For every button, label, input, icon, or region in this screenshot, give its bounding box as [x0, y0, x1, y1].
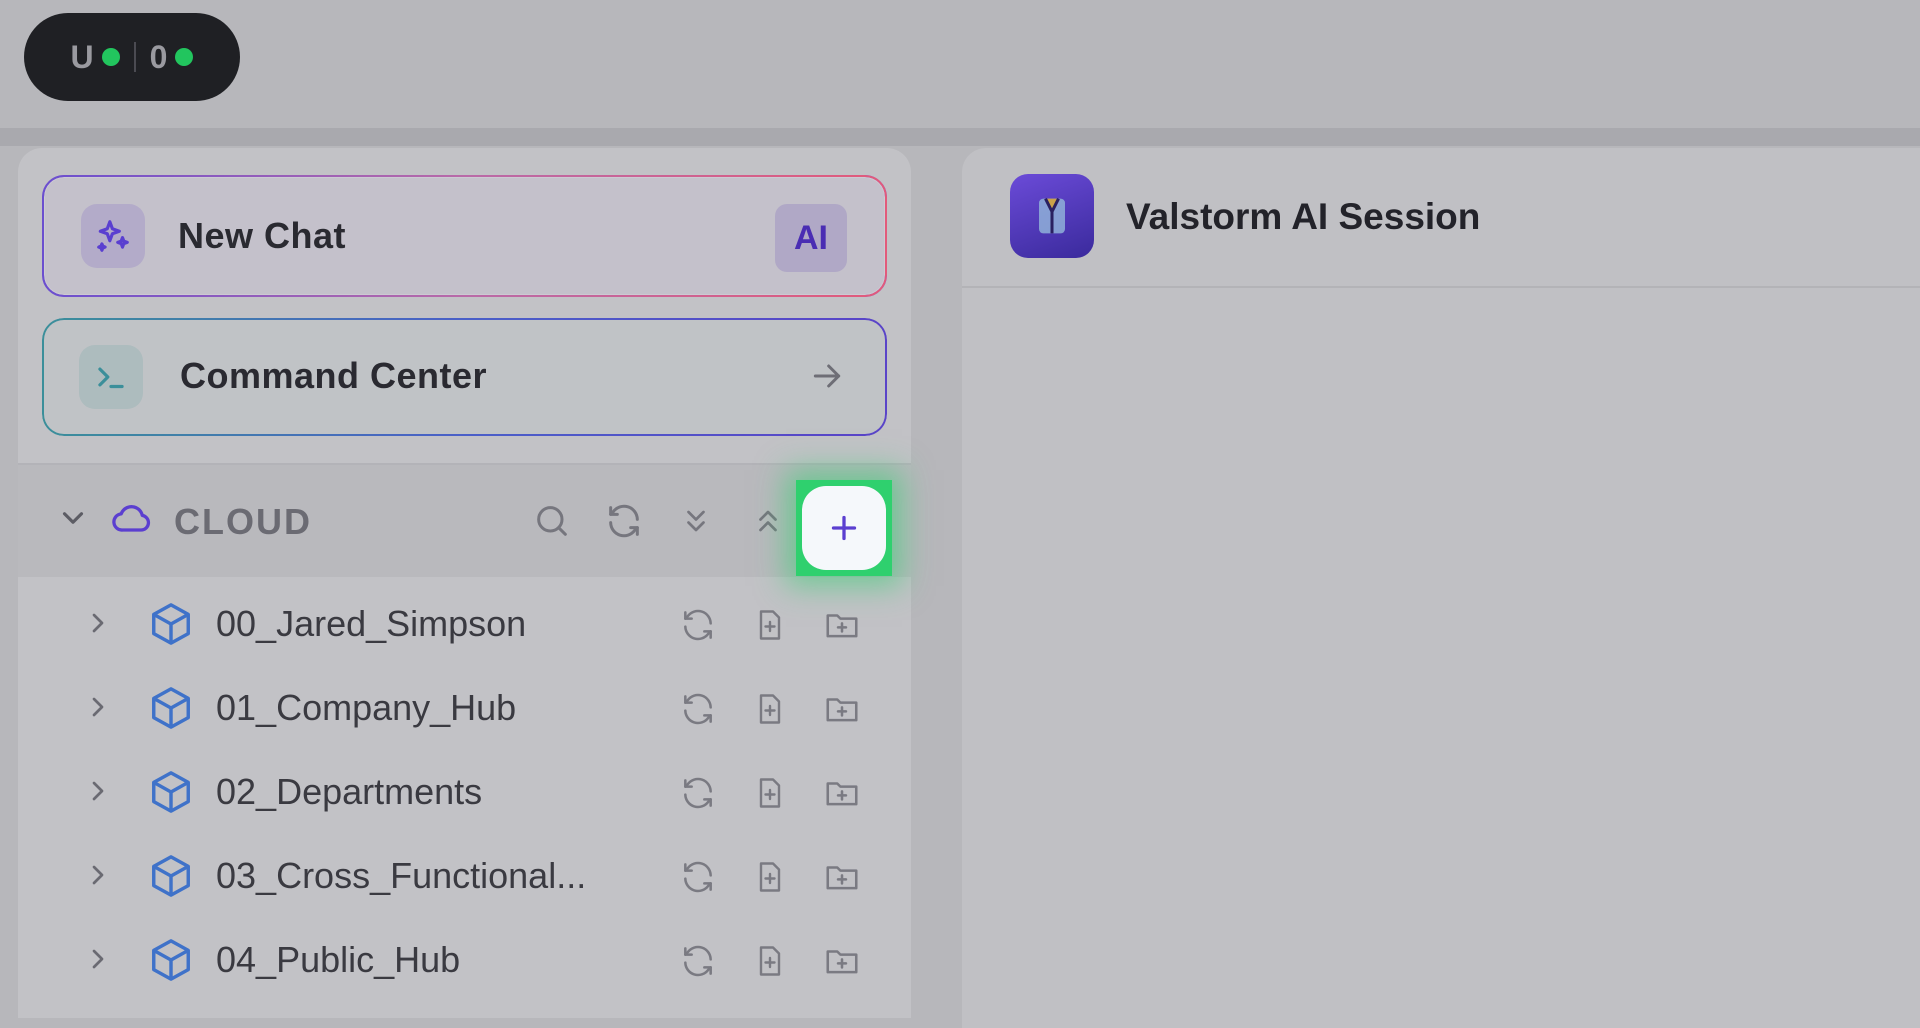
- collapse-all-icon[interactable]: [674, 499, 718, 543]
- new-file-icon[interactable]: [748, 603, 792, 647]
- tree-item-0[interactable]: 00_Jared_Simpson: [18, 583, 911, 667]
- cube-icon: [148, 937, 194, 988]
- cloud-section-title: CLOUD: [174, 501, 312, 542]
- status-right-label: 0: [149, 38, 168, 75]
- new-chat-button[interactable]: New Chat AI: [42, 175, 887, 297]
- chevron-down-icon[interactable]: [56, 501, 90, 540]
- topbar-divider: [0, 128, 1920, 146]
- arrow-right-icon: [807, 356, 847, 401]
- tree-item-4[interactable]: 04_Public_Hub: [18, 919, 911, 1003]
- tree-item-label: 00_Jared_Simpson: [216, 603, 527, 644]
- new-file-icon[interactable]: [748, 855, 792, 899]
- cube-icon: [148, 601, 194, 652]
- terminal-icon: [79, 345, 143, 409]
- refresh-icon[interactable]: [676, 603, 720, 647]
- cube-icon: [148, 769, 194, 820]
- search-icon[interactable]: [530, 499, 574, 543]
- status-dot-icon: [101, 48, 120, 66]
- new-file-icon[interactable]: [748, 687, 792, 731]
- add-cloud-item-button[interactable]: [796, 480, 892, 576]
- tree-item-3[interactable]: 03_Cross_Functional...: [18, 835, 911, 919]
- tree-item-label: 03_Cross_Functional...: [216, 855, 587, 896]
- tree-item-1[interactable]: 01_Company_Hub: [18, 667, 911, 751]
- new-folder-icon[interactable]: [820, 687, 864, 731]
- connection-status-pill[interactable]: U 0: [24, 13, 240, 101]
- session-title: Valstorm AI Session: [1126, 196, 1481, 237]
- main-header-divider: [962, 286, 1920, 288]
- refresh-icon[interactable]: [676, 855, 720, 899]
- pill-separator: [133, 42, 136, 72]
- cube-icon: [148, 685, 194, 736]
- chevron-right-icon[interactable]: [82, 691, 114, 728]
- plus-icon: [802, 486, 886, 570]
- chevron-right-icon[interactable]: [82, 943, 114, 980]
- status-left-label: U: [70, 38, 94, 75]
- main-panel: [962, 148, 1920, 1028]
- command-center-button[interactable]: Command Center: [42, 318, 887, 436]
- refresh-icon[interactable]: [676, 939, 720, 983]
- refresh-icon[interactable]: [602, 499, 646, 543]
- tree-item-label: 04_Public_Hub: [216, 939, 461, 980]
- chevron-right-icon[interactable]: [82, 859, 114, 896]
- command-center-label: Command Center: [180, 355, 488, 396]
- valstorm-logo-icon: [1010, 174, 1094, 258]
- new-chat-label: New Chat: [178, 215, 347, 256]
- ai-badge: AI: [775, 204, 847, 272]
- new-file-icon[interactable]: [748, 771, 792, 815]
- cloud-icon: [110, 497, 154, 546]
- new-file-icon[interactable]: [748, 939, 792, 983]
- status-dot-icon: [175, 48, 194, 66]
- new-folder-icon[interactable]: [820, 939, 864, 983]
- expand-all-icon[interactable]: [746, 499, 790, 543]
- new-folder-icon[interactable]: [820, 771, 864, 815]
- cloud-section-header[interactable]: CLOUD: [18, 465, 911, 577]
- refresh-icon[interactable]: [676, 771, 720, 815]
- tree-item-label: 02_Departments: [216, 771, 483, 812]
- chevron-right-icon[interactable]: [82, 607, 114, 644]
- tree-item-label: 01_Company_Hub: [216, 687, 517, 728]
- sparkles-icon: [81, 204, 145, 268]
- refresh-icon[interactable]: [676, 687, 720, 731]
- tree-item-2[interactable]: 02_Departments: [18, 751, 911, 835]
- cube-icon: [148, 853, 194, 904]
- new-folder-icon[interactable]: [820, 855, 864, 899]
- chevron-right-icon[interactable]: [82, 775, 114, 812]
- new-folder-icon[interactable]: [820, 603, 864, 647]
